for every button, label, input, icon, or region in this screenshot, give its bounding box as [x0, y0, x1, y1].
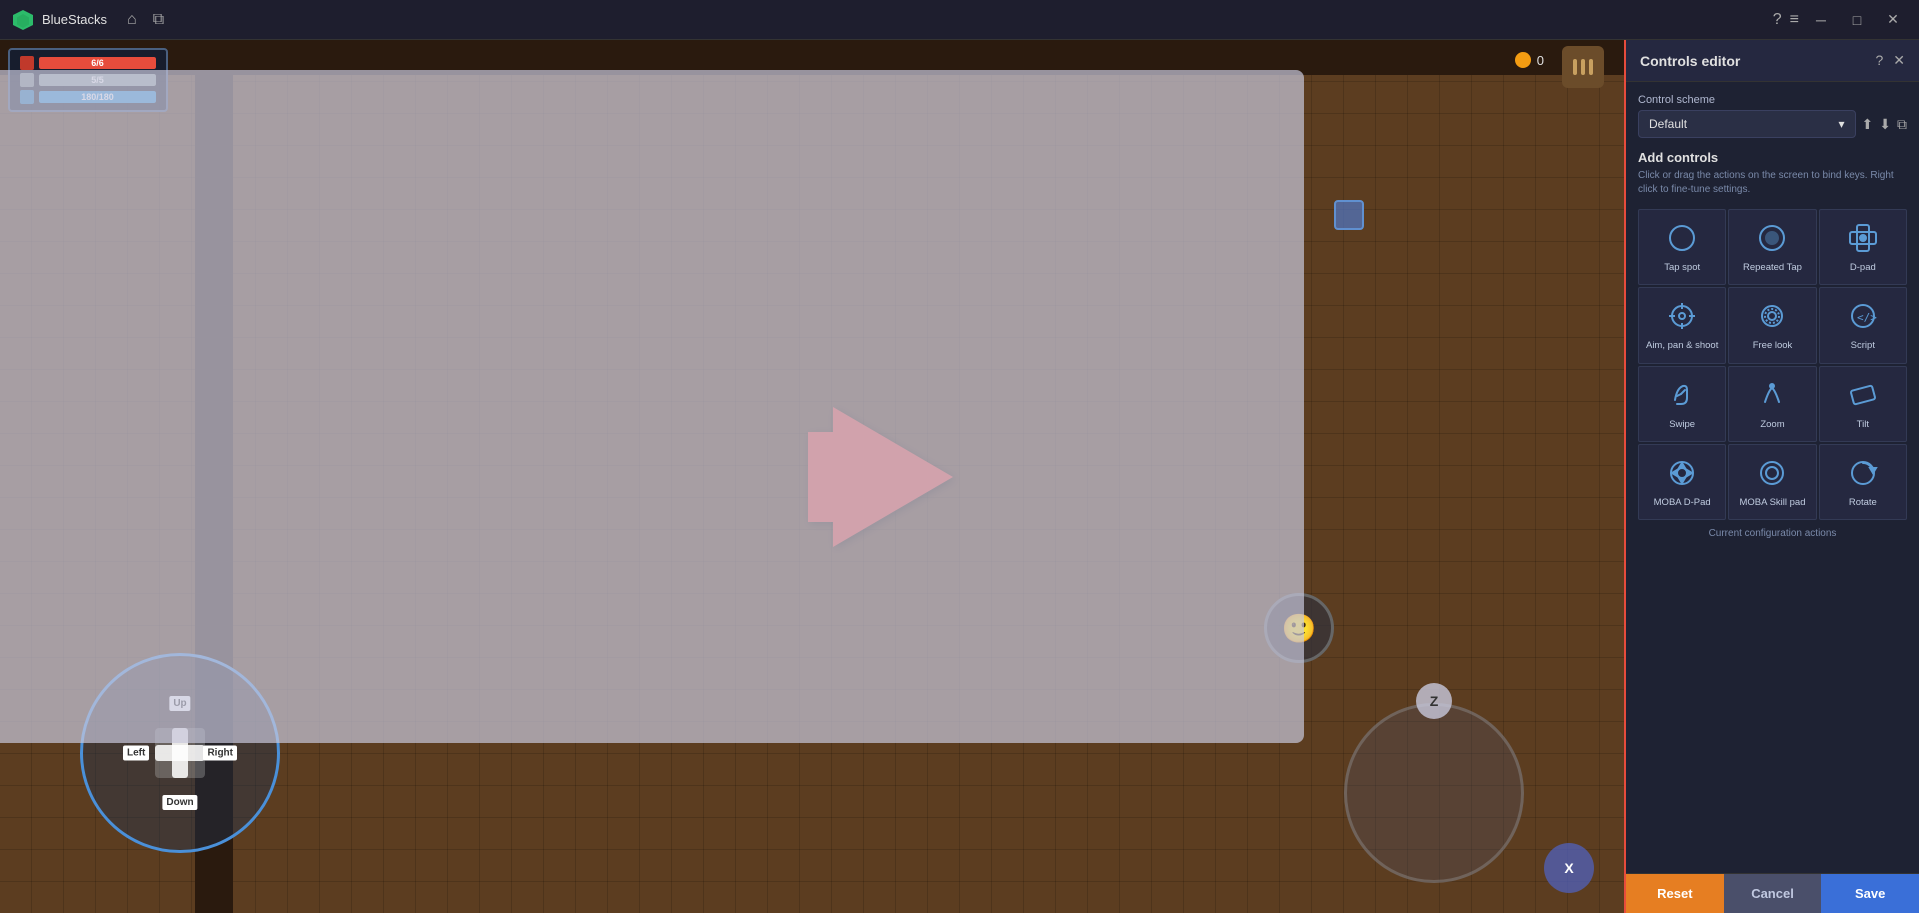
control-aim-pan-shoot[interactable]: Aim, pan & shoot [1638, 287, 1726, 363]
maximize-button[interactable]: □ [1843, 6, 1871, 34]
x-button[interactable]: X [1544, 843, 1594, 893]
scheme-select-value: Default [1649, 117, 1687, 131]
health-bar-text: 6/6 [39, 57, 156, 69]
dpad-right-label[interactable]: Right [203, 746, 237, 761]
space-button[interactable]: Space [0, 70, 1304, 743]
current-config-label: Current configuration actions [1638, 520, 1907, 543]
hud-health-row: 6/6 [20, 56, 156, 70]
svg-text:</>: </> [1857, 311, 1877, 324]
control-scheme-label: Control scheme [1638, 94, 1907, 106]
control-scheme-row: Default ▾ ⬆ ⬇ ⧉ [1638, 110, 1907, 138]
editor-header: Controls editor ? ✕ [1626, 40, 1919, 82]
help-icon[interactable]: ? [1773, 11, 1782, 29]
pause-button[interactable] [1562, 46, 1604, 88]
moba-dpad-label: MOBA D-Pad [1654, 497, 1711, 509]
dpad-down-label[interactable]: Down [162, 795, 197, 810]
add-controls-title: Add controls [1638, 150, 1907, 165]
editor-help-icon[interactable]: ? [1875, 52, 1883, 69]
control-script[interactable]: </> Script [1819, 287, 1907, 363]
free-look-label: Free look [1753, 340, 1793, 352]
chevron-down-icon: ▾ [1839, 117, 1845, 131]
scheme-select-dropdown[interactable]: Default ▾ [1638, 110, 1856, 138]
swipe-icon [1664, 377, 1700, 413]
controls-editor-panel: Controls editor ? ✕ Control scheme Defau… [1624, 40, 1919, 913]
right-joystick[interactable]: Z X [1344, 703, 1524, 883]
pause-bar-3 [1589, 59, 1593, 75]
inventory-item [1334, 200, 1364, 230]
coin-count: 0 [1537, 53, 1544, 68]
rotate-icon [1845, 455, 1881, 491]
editor-header-icons: ? ✕ [1875, 52, 1905, 69]
zoom-label: Zoom [1760, 419, 1784, 431]
zoom-icon [1754, 377, 1790, 413]
control-swipe[interactable]: Swipe [1638, 366, 1726, 442]
cancel-button[interactable]: Cancel [1724, 874, 1822, 913]
repeated-tap-label: Repeated Tap [1743, 262, 1802, 274]
copy-scheme-icon[interactable]: ⧉ [1897, 116, 1907, 133]
control-moba-dpad[interactable]: MOBA D-Pad [1638, 444, 1726, 520]
script-label: Script [1851, 340, 1875, 352]
control-dpad[interactable]: D-pad [1819, 209, 1907, 285]
editor-body: Control scheme Default ▾ ⬆ ⬇ ⧉ Add contr… [1626, 82, 1919, 873]
add-controls-desc: Click or drag the actions on the screen … [1638, 169, 1907, 197]
controls-grid: Tap spot Repeated Tap [1638, 209, 1907, 520]
editor-close-icon[interactable]: ✕ [1893, 52, 1905, 69]
editor-footer: Reset Cancel Save [1626, 873, 1919, 913]
pause-bar-2 [1581, 59, 1585, 75]
free-look-icon [1754, 298, 1790, 334]
home-icon[interactable]: ⌂ [127, 11, 137, 29]
reset-button[interactable]: Reset [1626, 874, 1724, 913]
control-repeated-tap[interactable]: Repeated Tap [1728, 209, 1816, 285]
swipe-label: Swipe [1669, 419, 1695, 431]
control-free-look[interactable]: Free look [1728, 287, 1816, 363]
app-brand-name: BlueStacks [42, 12, 107, 27]
scheme-action-icons: ⬆ ⬇ ⧉ [1862, 116, 1907, 133]
title-bar-nav-icons: ⌂ ⧉ [127, 11, 164, 29]
editor-title: Controls editor [1640, 53, 1740, 69]
control-tilt[interactable]: Tilt [1819, 366, 1907, 442]
coin-icon [1515, 52, 1531, 68]
game-viewport: 6/6 5/5 180/180 0 [0, 40, 1624, 913]
title-bar: BlueStacks ⌂ ⧉ ? ≡ ─ □ ✕ [0, 0, 1919, 40]
save-button[interactable]: Save [1821, 874, 1919, 913]
aim-pan-shoot-label: Aim, pan & shoot [1646, 340, 1718, 352]
dpad-icon [1845, 220, 1881, 256]
control-zoom[interactable]: Zoom [1728, 366, 1816, 442]
dpad-label: D-pad [1850, 262, 1876, 274]
menu-icon[interactable]: ≡ [1790, 11, 1799, 29]
control-moba-skill-pad[interactable]: MOBA Skill pad [1728, 444, 1816, 520]
pause-bar-1 [1573, 59, 1577, 75]
tilt-icon [1845, 377, 1881, 413]
rotate-label: Rotate [1849, 497, 1877, 509]
moba-skill-pad-icon [1754, 455, 1790, 491]
health-bar: 6/6 [39, 57, 156, 69]
bluestacks-logo-icon [12, 9, 34, 31]
repeated-tap-icon [1754, 220, 1790, 256]
script-icon: </> [1845, 298, 1881, 334]
window-controls: ? ≡ ─ □ ✕ [1773, 6, 1907, 34]
minimize-button[interactable]: ─ [1807, 6, 1835, 34]
export-scheme-icon[interactable]: ⬇ [1879, 116, 1891, 133]
tilt-label: Tilt [1857, 419, 1869, 431]
close-button[interactable]: ✕ [1879, 6, 1907, 34]
import-scheme-icon[interactable]: ⬆ [1862, 116, 1874, 133]
tap-spot-icon [1664, 220, 1700, 256]
control-rotate[interactable]: Rotate [1819, 444, 1907, 520]
control-tap-spot[interactable]: Tap spot [1638, 209, 1726, 285]
dpad-left-label[interactable]: Left [123, 746, 149, 761]
coin-area: 0 [1515, 52, 1544, 68]
pause-icon [1573, 59, 1593, 75]
heart-icon [20, 56, 34, 70]
window-icon[interactable]: ⧉ [153, 11, 164, 29]
moba-dpad-icon [1664, 455, 1700, 491]
aim-pan-shoot-icon [1664, 298, 1700, 334]
app-logo: BlueStacks [12, 9, 107, 31]
tap-spot-label: Tap spot [1664, 262, 1700, 274]
z-button[interactable]: Z [1416, 683, 1452, 719]
joystick-outer-ring [1344, 703, 1524, 883]
moba-skill-pad-label: MOBA Skill pad [1739, 497, 1805, 509]
main-content: 6/6 5/5 180/180 0 [0, 40, 1919, 913]
